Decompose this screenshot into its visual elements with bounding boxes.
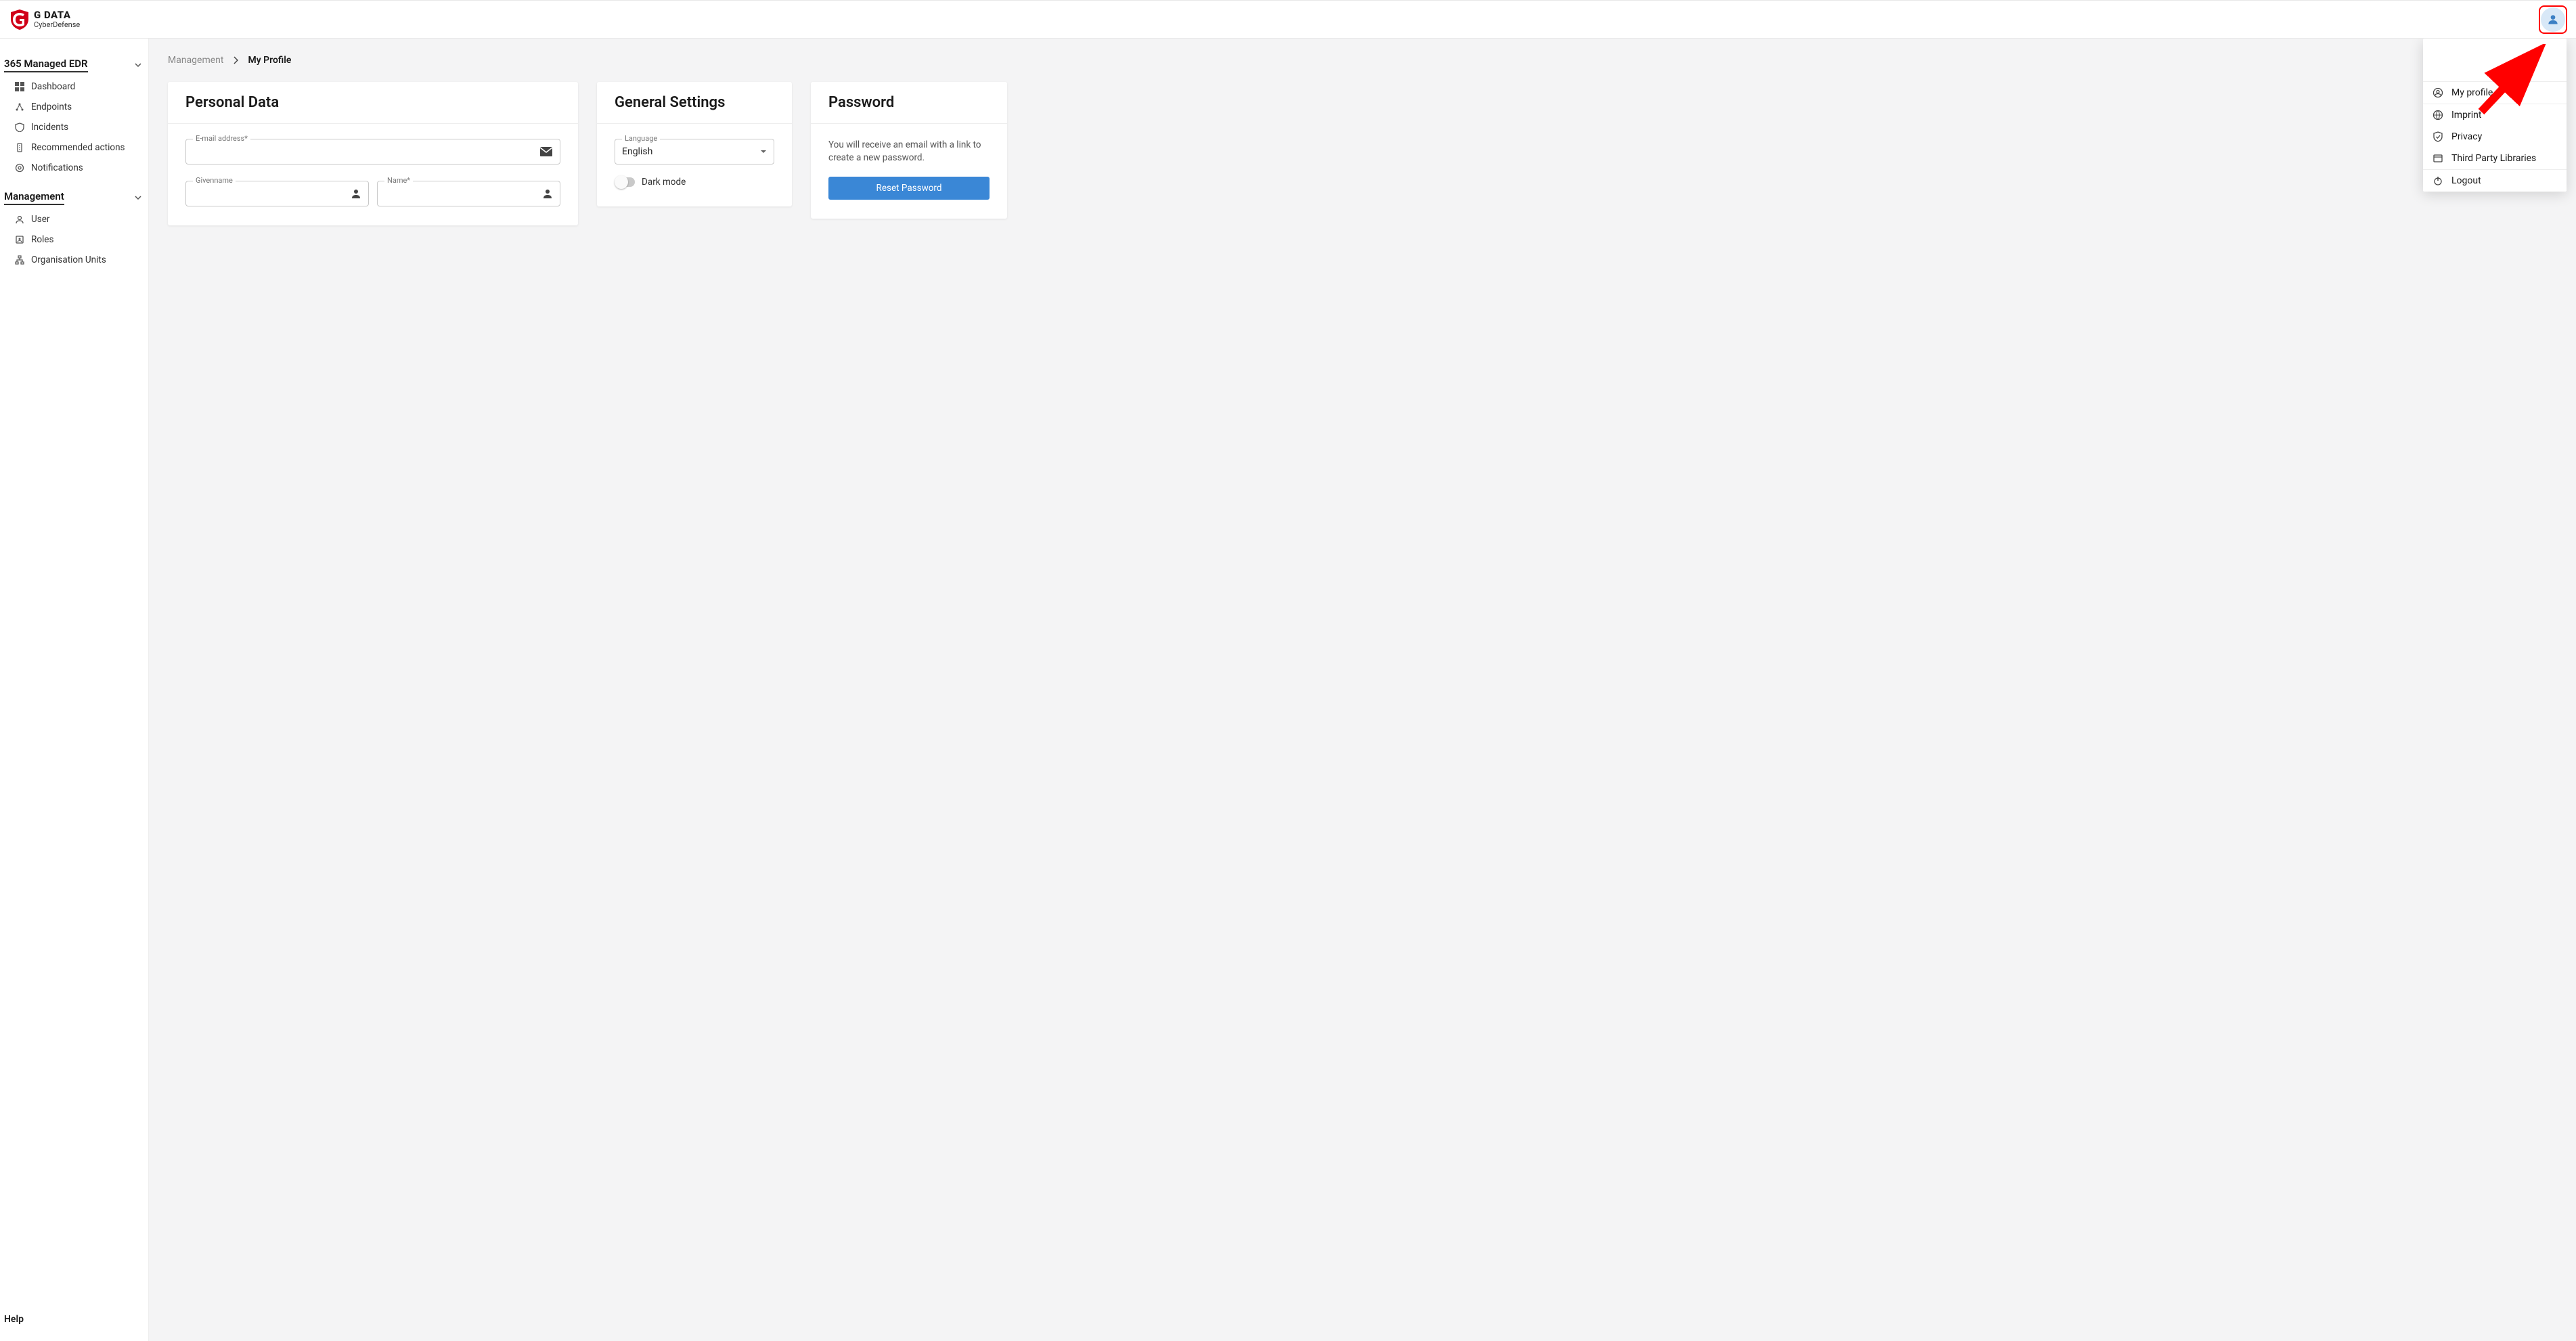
dashboard-icon	[15, 82, 24, 91]
breadcrumb: Management My Profile	[168, 55, 2557, 66]
givenname-label: Givenname	[193, 176, 236, 185]
card-title: Personal Data	[168, 82, 578, 124]
notifications-icon	[15, 163, 24, 173]
person-icon	[542, 188, 553, 199]
user-dropdown: My profile Imprint Privacy Third Party L…	[2423, 39, 2567, 192]
sidebar-section-edr[interactable]: 365 Managed EDR	[0, 52, 148, 76]
sidebar-item-dashboard[interactable]: Dashboard	[0, 76, 148, 97]
givenname-field[interactable]: Givenname	[185, 181, 369, 206]
email-label: E-mail address*	[193, 134, 250, 143]
breadcrumb-current: My Profile	[248, 55, 291, 66]
dropdown-item-label: Third Party Libraries	[2451, 153, 2536, 164]
password-help-text: You will receive an email with a link to…	[828, 139, 990, 164]
topbar: G DATA CyberDefense	[0, 0, 2576, 39]
dropdown-item-label: Logout	[2451, 175, 2481, 186]
dropdown-item-imprint[interactable]: Imprint	[2423, 104, 2567, 126]
card-personal-data: Personal Data E-mail address* Givenname	[168, 82, 578, 225]
dropdown-item-label: My profile	[2451, 87, 2493, 98]
dark-mode-label: Dark mode	[642, 177, 686, 188]
chevron-down-icon	[135, 62, 141, 68]
reset-password-button[interactable]: Reset Password	[828, 177, 990, 200]
sidebar-item-notifications[interactable]: Notifications	[0, 158, 148, 178]
globe-icon	[2433, 110, 2443, 120]
breadcrumb-root[interactable]: Management	[168, 55, 223, 66]
dropdown-item-third-party[interactable]: Third Party Libraries	[2423, 148, 2567, 169]
sidebar-section-management-label: Management	[4, 190, 64, 205]
email-field[interactable]: E-mail address*	[185, 139, 560, 164]
card-general-settings: General Settings Language English Dark m…	[597, 82, 792, 206]
language-value: English	[622, 146, 760, 157]
sidebar: 365 Managed EDR Dashboard Endpoints Inci…	[0, 39, 149, 1341]
library-icon	[2433, 153, 2443, 164]
card-password: Password You will receive an email with …	[811, 82, 1007, 219]
chevron-down-icon	[135, 194, 141, 201]
sidebar-item-roles[interactable]: Roles	[0, 229, 148, 250]
user-avatar-button[interactable]	[2541, 7, 2565, 32]
sidebar-item-label: Notifications	[31, 162, 83, 173]
recommended-icon	[15, 143, 24, 152]
name-input[interactable]	[384, 188, 542, 200]
card-title: General Settings	[597, 82, 792, 124]
dark-mode-toggle[interactable]	[615, 177, 635, 187]
sidebar-item-label: Incidents	[31, 122, 68, 133]
profile-icon	[2433, 87, 2443, 98]
sidebar-item-label: Dashboard	[31, 81, 75, 92]
brand-name: G DATA	[34, 10, 80, 20]
brand-subtitle: CyberDefense	[34, 21, 80, 28]
sidebar-item-label: Recommended actions	[31, 142, 125, 153]
dropdown-item-logout[interactable]: Logout	[2423, 170, 2567, 192]
roles-icon	[15, 235, 24, 244]
org-units-icon	[15, 255, 24, 265]
givenname-input[interactable]	[193, 188, 351, 200]
sidebar-help[interactable]: Help	[0, 1309, 148, 1334]
name-field[interactable]: Name*	[377, 181, 560, 206]
chevron-right-icon	[233, 56, 238, 64]
mail-icon	[539, 146, 553, 157]
dropdown-item-label: Privacy	[2451, 131, 2482, 142]
sidebar-item-label: Roles	[31, 234, 53, 245]
sidebar-item-label: Endpoints	[31, 102, 72, 112]
power-icon	[2433, 175, 2443, 186]
sidebar-item-endpoints[interactable]: Endpoints	[0, 97, 148, 117]
main-content: Management My Profile Personal Data E-ma…	[149, 39, 2576, 1341]
person-icon	[351, 188, 361, 199]
language-label: Language	[622, 134, 660, 143]
dropdown-header	[2423, 39, 2567, 82]
endpoints-icon	[15, 102, 24, 112]
card-title: Password	[811, 82, 1007, 124]
sidebar-section-management[interactable]: Management	[0, 185, 148, 209]
email-input[interactable]	[193, 146, 539, 158]
language-select[interactable]: Language English	[615, 139, 774, 164]
dropdown-item-my-profile[interactable]: My profile	[2423, 82, 2567, 104]
shield-icon	[15, 123, 24, 132]
dropdown-item-privacy[interactable]: Privacy	[2423, 126, 2567, 148]
shield-logo-icon	[11, 9, 28, 30]
dropdown-item-label: Imprint	[2451, 110, 2481, 120]
privacy-shield-icon	[2433, 131, 2443, 142]
sidebar-item-label: User	[31, 214, 49, 225]
sidebar-item-recommended[interactable]: Recommended actions	[0, 137, 148, 158]
annotation-highlight	[2539, 5, 2567, 34]
sidebar-item-incidents[interactable]: Incidents	[0, 117, 148, 137]
sidebar-section-edr-label: 365 Managed EDR	[4, 58, 88, 72]
chevron-down-icon	[760, 148, 767, 155]
name-label: Name*	[384, 176, 413, 185]
brand-logo: G DATA CyberDefense	[11, 9, 80, 30]
sidebar-item-label: Organisation Units	[31, 255, 106, 265]
sidebar-item-user[interactable]: User	[0, 209, 148, 229]
sidebar-item-org-units[interactable]: Organisation Units	[0, 250, 148, 270]
user-icon	[15, 215, 24, 224]
sidebar-help-label: Help	[4, 1314, 24, 1325]
